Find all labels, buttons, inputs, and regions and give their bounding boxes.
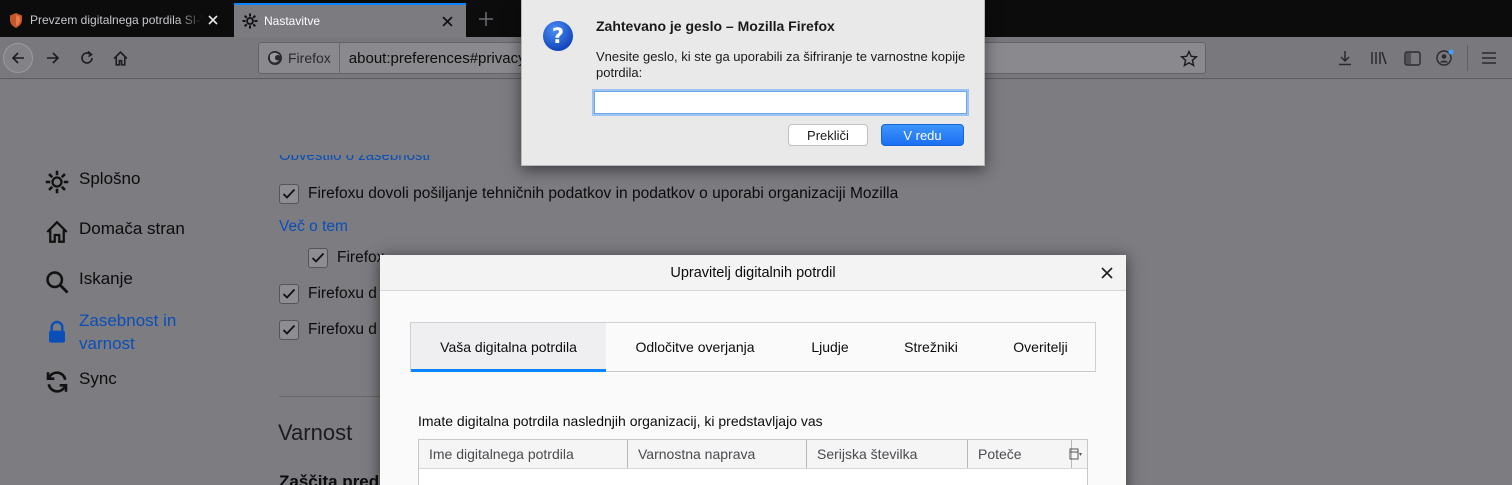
telemetry-checkbox[interactable] (279, 184, 299, 204)
option-label: Firefoxu d (308, 321, 377, 338)
certificate-tabs: Vaša digitalna potrdila Odločitve overja… (410, 322, 1096, 372)
checkmark-icon (282, 324, 296, 335)
tab-settings[interactable]: Nastavitve (234, 3, 466, 37)
tab-label: Vaša digitalna potrdila (440, 339, 577, 355)
sub-option-label: Firefox (337, 249, 385, 266)
svg-text:?: ? (552, 24, 564, 48)
sync-icon (44, 369, 70, 395)
tab-label: Overitelji (1013, 339, 1068, 355)
cancel-button[interactable]: Prekliči (788, 124, 868, 146)
privacy-notice-heading-cutoff: Obvestilo o zasebnosti (279, 155, 430, 164)
password-dialog-title: Zahtevano je geslo – Mozilla Firefox (596, 18, 835, 34)
dialog-title: Upravitelj digitalnih potrdil (670, 264, 836, 281)
security-heading: Varnost (278, 420, 353, 445)
new-tab-button[interactable] (474, 6, 498, 32)
option-label: Firefoxu d (308, 285, 377, 302)
reload-icon (81, 50, 93, 64)
column-header-serial-number[interactable]: Serijska številka (807, 440, 968, 468)
certificate-list[interactable]: Ime digitalnega potrdila Varnostna napra… (418, 439, 1088, 485)
tab-people[interactable]: Ljudje (784, 323, 876, 371)
password-prompt-dialog: ? Zahtevano je geslo – Mozilla Firefox V… (521, 0, 985, 166)
identity-label: Firefox (288, 50, 331, 66)
dialog-titlebar: Upravitelj digitalnih potrdil (380, 255, 1126, 291)
checkmark-icon (311, 252, 325, 263)
sidebar-item-label: Iskanje (79, 269, 133, 288)
tab-label: Ljudje (811, 339, 849, 355)
sub-option[interactable]: Firefox (308, 248, 384, 268)
back-button[interactable] (3, 43, 33, 73)
gear-favicon-icon (242, 13, 258, 29)
option-checkbox[interactable] (279, 320, 299, 340)
firefox-icon (268, 51, 282, 65)
bookmark-star-icon[interactable] (1179, 49, 1199, 69)
protection-subheading: Zaščita pred (279, 472, 379, 485)
tab-title: Nastavitve (264, 14, 321, 28)
identity-box[interactable]: Firefox (259, 43, 340, 73)
password-dialog-message: Vnesite geslo, ki ste ga uporabili za ši… (596, 49, 966, 80)
learn-more-link[interactable]: Več o tem (279, 218, 348, 236)
gear-icon (44, 169, 70, 195)
home-icon (44, 219, 70, 245)
checkmark-icon (282, 288, 296, 299)
downloads-icon[interactable] (1334, 47, 1356, 69)
menu-icon[interactable] (1478, 47, 1500, 69)
column-header-expires[interactable]: Poteče (968, 440, 1072, 468)
telemetry-label: Firefoxu dovoli pošiljanje tehničnih pod… (308, 185, 899, 202)
tab-label: Strežniki (904, 339, 958, 355)
option-row[interactable]: Firefoxu d (279, 320, 377, 340)
tab-title: Prevzem digitalnega potrdila SI-TRUST (30, 13, 204, 27)
close-tab-icon[interactable] (438, 12, 456, 30)
tab-authentication-decisions[interactable]: Odločitve overjanja (606, 323, 784, 371)
tab-authorities[interactable]: Overitelji (986, 323, 1095, 371)
home-button[interactable] (105, 43, 135, 73)
sidebar-item-label: Zasebnost in varnost (79, 311, 177, 353)
password-input[interactable] (594, 91, 967, 114)
tab-servers[interactable]: Strežniki (876, 323, 986, 371)
close-tab-icon[interactable] (204, 11, 222, 29)
certificate-manager-dialog: Upravitelj digitalnih potrdil Vaša digit… (380, 255, 1126, 485)
column-header-security-device[interactable]: Varnostna naprava (628, 440, 807, 468)
certificate-list-header: Ime digitalnega potrdila Varnostna napra… (419, 440, 1087, 469)
close-icon (1101, 267, 1113, 279)
search-icon (44, 269, 70, 295)
url-text[interactable]: about:preferences#privacy (340, 50, 526, 67)
checkmark-icon (282, 188, 296, 199)
forward-button[interactable] (38, 43, 68, 73)
tab-your-certificates[interactable]: Vaša digitalna potrdila (411, 323, 606, 372)
library-icon[interactable] (1368, 47, 1390, 69)
tab-certificate-download[interactable]: Prevzem digitalnega potrdila SI-TRUST (0, 3, 232, 37)
arrow-right-icon (47, 52, 60, 64)
tab-label: Odločitve overjanja (635, 339, 755, 355)
column-header-certificate-name[interactable]: Ime digitalnega potrdila (419, 440, 628, 468)
lock-icon (44, 319, 70, 345)
certificates-intro-text: Imate digitalna potrdila naslednjih orga… (418, 413, 823, 429)
telemetry-option[interactable]: Firefoxu dovoli pošiljanje tehničnih pod… (279, 184, 898, 204)
sidebar-item-label: Domača stran (79, 219, 185, 238)
sidebar-item-privacy-security[interactable]: Zasebnost in varnost (44, 309, 199, 355)
sidebar-item-label: Splošno (79, 169, 141, 188)
sidebar-item-general[interactable]: Splošno (44, 169, 140, 195)
sidebar-item-home[interactable]: Domača stran (44, 219, 185, 245)
reload-button[interactable] (72, 43, 102, 73)
question-icon: ? (543, 21, 573, 51)
sub-option-checkbox[interactable] (308, 248, 328, 268)
home-icon (113, 50, 127, 66)
sidebar-item-sync[interactable]: Sync (44, 369, 117, 395)
arrow-left-icon (11, 52, 24, 64)
sidebar-item-label: Sync (79, 369, 117, 388)
toolbar-separator (1467, 45, 1468, 71)
shield-favicon-icon (8, 12, 24, 28)
account-icon[interactable] (1434, 47, 1456, 69)
sidebar-toggle-icon[interactable] (1401, 47, 1423, 69)
close-dialog-button[interactable] (1098, 264, 1116, 282)
column-picker-icon[interactable] (1069, 447, 1083, 461)
option-checkbox[interactable] (279, 284, 299, 304)
ok-button[interactable]: V redu (881, 124, 964, 146)
option-row[interactable]: Firefoxu d (279, 284, 377, 304)
sidebar-item-search[interactable]: Iskanje (44, 269, 133, 295)
section-divider (279, 396, 389, 397)
